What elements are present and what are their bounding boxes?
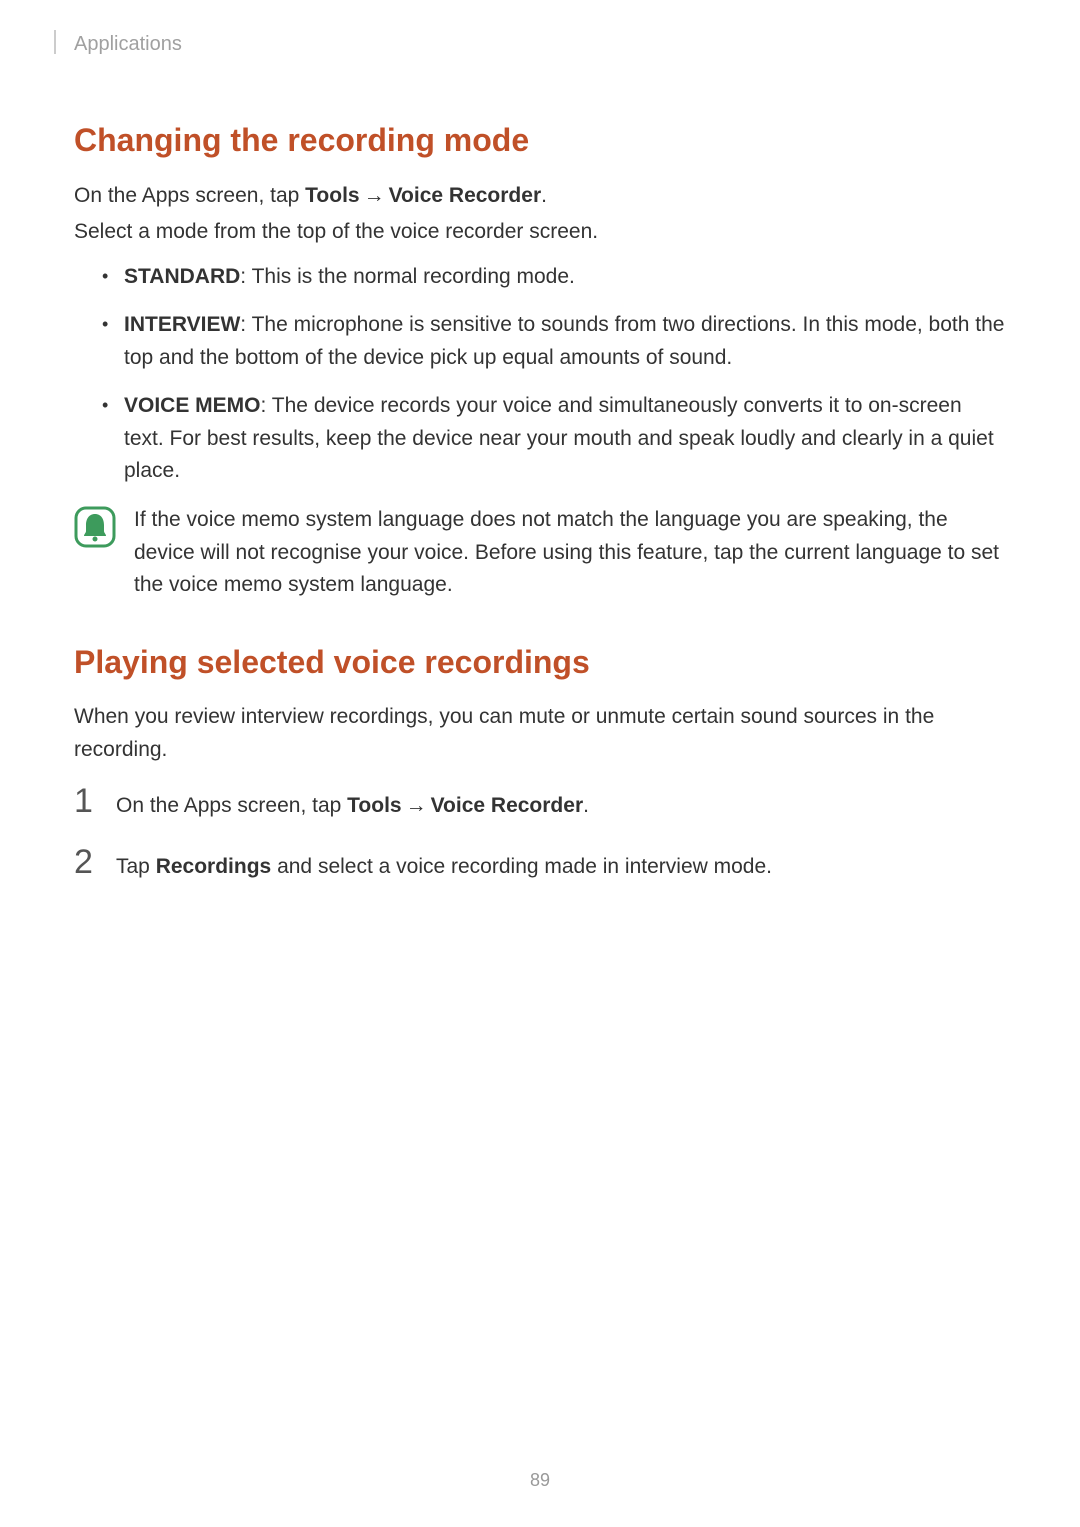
breadcrumb: Applications bbox=[74, 33, 182, 56]
section2-intro: When you review interview recordings, yo… bbox=[74, 701, 1006, 766]
bell-icon bbox=[74, 506, 116, 548]
note-text: If the voice memo system language does n… bbox=[134, 504, 1006, 602]
list-item: 1 On the Apps screen, tap Tools→Voice Re… bbox=[74, 784, 1006, 823]
step-2-text: Tap Recordings and select a voice record… bbox=[116, 851, 772, 884]
mode-interview-label: INTERVIEW bbox=[124, 313, 240, 336]
section1-intro: On the Apps screen, tap Tools→Voice Reco… bbox=[74, 180, 1006, 213]
nav-tools: Tools bbox=[347, 794, 401, 817]
mode-standard-label: STANDARD bbox=[124, 265, 240, 288]
list-item: VOICE MEMO: The device records your voic… bbox=[102, 390, 1006, 488]
mode-standard-text: : This is the normal recording mode. bbox=[240, 265, 575, 288]
mode-interview-text: : The microphone is sensitive to sounds … bbox=[124, 313, 1004, 369]
mode-list: STANDARD: This is the normal recording m… bbox=[74, 261, 1006, 488]
list-item: 2 Tap Recordings and select a voice reco… bbox=[74, 845, 1006, 884]
nav-voice-recorder: Voice Recorder bbox=[431, 794, 584, 817]
text: . bbox=[541, 184, 547, 207]
section-heading-1: Changing the recording mode bbox=[74, 116, 1006, 166]
header-divider bbox=[54, 30, 56, 54]
nav-recordings: Recordings bbox=[156, 855, 272, 878]
text: On the Apps screen, tap bbox=[74, 184, 305, 207]
page-number: 89 bbox=[0, 1470, 1080, 1491]
text: and select a voice recording made in int… bbox=[271, 855, 772, 878]
text: . bbox=[583, 794, 589, 817]
list-item: INTERVIEW: The microphone is sensitive t… bbox=[102, 309, 1006, 374]
nav-tools: Tools bbox=[305, 184, 359, 207]
list-item: STANDARD: This is the normal recording m… bbox=[102, 261, 1006, 294]
page-content: Changing the recording mode On the Apps … bbox=[0, 0, 1080, 883]
arrow-icon: → bbox=[402, 794, 431, 817]
section1-intro2: Select a mode from the top of the voice … bbox=[74, 216, 1006, 249]
section-heading-2: Playing selected voice recordings bbox=[74, 638, 1006, 688]
arrow-icon: → bbox=[360, 184, 389, 207]
step-list: 1 On the Apps screen, tap Tools→Voice Re… bbox=[74, 784, 1006, 883]
note-block: If the voice memo system language does n… bbox=[74, 504, 1006, 602]
text: Tap bbox=[116, 855, 156, 878]
step-1-text: On the Apps screen, tap Tools→Voice Reco… bbox=[116, 790, 589, 823]
nav-voice-recorder: Voice Recorder bbox=[389, 184, 542, 207]
step-number-2: 2 bbox=[74, 845, 98, 879]
step-number-1: 1 bbox=[74, 784, 98, 818]
text: On the Apps screen, tap bbox=[116, 794, 347, 817]
mode-voicememo-label: VOICE MEMO bbox=[124, 394, 261, 417]
